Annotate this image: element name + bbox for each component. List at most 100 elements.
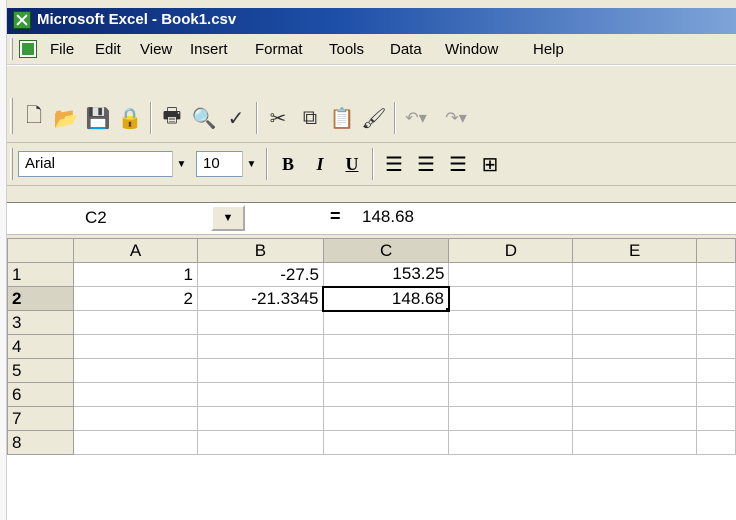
cell-b1[interactable]: -27.5 [196, 262, 324, 287]
cell[interactable] [322, 382, 450, 407]
format-grip[interactable] [10, 148, 13, 180]
font-name-dropdown[interactable]: Arial [18, 151, 190, 177]
formula-input[interactable]: 148.68 [362, 207, 414, 227]
cell[interactable] [73, 382, 198, 407]
cell[interactable] [196, 430, 324, 455]
cell[interactable] [572, 358, 698, 383]
cell[interactable] [322, 334, 450, 359]
column-header-c[interactable]: C [322, 238, 450, 263]
edit-formula-button[interactable]: = [330, 206, 341, 227]
undo-icon[interactable]: ↶▾ [402, 104, 430, 132]
toolbar-grip[interactable] [10, 98, 13, 134]
cell[interactable] [73, 310, 198, 335]
row-header[interactable]: 8 [7, 430, 75, 455]
cell-a1[interactable]: 1 [73, 262, 198, 287]
column-header-d[interactable]: D [448, 238, 574, 263]
cell-d2[interactable] [448, 286, 574, 311]
menu-window[interactable]: Window [445, 41, 498, 58]
menu-data[interactable]: Data [390, 41, 422, 58]
cell[interactable] [696, 334, 736, 359]
menu-help[interactable]: Help [533, 41, 564, 58]
menu-tools[interactable]: Tools [329, 41, 364, 58]
cell-f1[interactable] [696, 262, 736, 287]
italic-button[interactable]: I [306, 151, 334, 177]
cell[interactable] [196, 334, 324, 359]
cell[interactable] [448, 334, 574, 359]
cell[interactable] [73, 358, 198, 383]
menu-edit[interactable]: Edit [95, 41, 121, 58]
new-icon[interactable]: 🗋 [20, 104, 48, 132]
column-header-a[interactable]: A [73, 238, 198, 263]
print-icon[interactable]: 🖶 [158, 104, 186, 132]
row-header[interactable]: 3 [7, 310, 75, 335]
menu-file[interactable]: File [50, 41, 74, 58]
align-left-icon[interactable]: ☰ [380, 151, 408, 177]
cell[interactable] [696, 310, 736, 335]
cell-e2[interactable] [572, 286, 698, 311]
active-cell-c2[interactable]: 148.68 [322, 285, 450, 312]
cell[interactable] [696, 406, 736, 431]
bold-button[interactable]: B [274, 151, 302, 177]
print-preview-icon[interactable]: 🔍 [190, 104, 218, 132]
spelling-icon[interactable]: ✓ [222, 104, 250, 132]
cell[interactable] [448, 310, 574, 335]
workbook-icon[interactable] [19, 40, 37, 58]
cell[interactable] [696, 382, 736, 407]
paste-icon[interactable]: 📋 [328, 104, 356, 132]
cell[interactable] [196, 382, 324, 407]
cell[interactable] [572, 430, 698, 455]
cell[interactable] [322, 406, 450, 431]
redo-icon[interactable]: ↷▾ [442, 104, 470, 132]
cell[interactable] [196, 358, 324, 383]
cut-icon[interactable]: ✂ [264, 104, 292, 132]
chevron-down-icon[interactable]: ▼ [211, 205, 245, 231]
cell[interactable] [696, 358, 736, 383]
row-header[interactable]: 5 [7, 358, 75, 383]
cell[interactable] [73, 406, 198, 431]
align-right-icon[interactable]: ☰ [444, 151, 472, 177]
cell-b2[interactable]: -21.3345 [196, 286, 324, 311]
column-header-f[interactable] [696, 238, 736, 263]
menu-format[interactable]: Format [255, 41, 303, 58]
cell[interactable] [572, 406, 698, 431]
cell-d1[interactable] [448, 262, 574, 287]
row-header[interactable]: 4 [7, 334, 75, 359]
format-painter-icon[interactable]: 🖌 [360, 104, 388, 132]
row-header[interactable]: 2 [7, 286, 75, 311]
spreadsheet-grid[interactable]: A B C D E 1 1 -27.5 153.25 2 2 -21.3345 … [7, 238, 736, 520]
row-header[interactable]: 7 [7, 406, 75, 431]
cell-e1[interactable] [572, 262, 698, 287]
cell[interactable] [196, 406, 324, 431]
cell[interactable] [572, 334, 698, 359]
excel-app-icon[interactable] [13, 11, 31, 29]
cell[interactable] [572, 310, 698, 335]
open-icon[interactable]: 📂 [52, 104, 80, 132]
column-header-e[interactable]: E [572, 238, 698, 263]
row-header[interactable]: 6 [7, 382, 75, 407]
title-bar[interactable]: Microsoft Excel - Book1.csv [7, 8, 736, 34]
cell[interactable] [73, 334, 198, 359]
cell-c1[interactable]: 153.25 [322, 262, 450, 287]
cell[interactable] [448, 358, 574, 383]
name-box[interactable]: C2 [7, 203, 211, 233]
row-header[interactable]: 1 [7, 262, 75, 287]
cell[interactable] [448, 382, 574, 407]
menu-grip[interactable] [10, 38, 13, 60]
cell[interactable] [572, 382, 698, 407]
copy-icon[interactable]: ⧉ [296, 104, 324, 132]
cell-a2[interactable]: 2 [73, 286, 198, 311]
save-icon[interactable]: 💾 [84, 104, 112, 132]
cell-f2[interactable] [696, 286, 736, 311]
cell[interactable] [696, 430, 736, 455]
select-all-button[interactable] [7, 238, 75, 263]
cell[interactable] [73, 430, 198, 455]
underline-button[interactable]: U [338, 151, 366, 177]
menu-insert[interactable]: Insert [190, 41, 228, 58]
chevron-down-icon[interactable]: ▼ [242, 151, 260, 177]
merge-center-icon[interactable]: ⊞ [476, 151, 504, 177]
align-center-icon[interactable]: ☰ [412, 151, 440, 177]
cell[interactable] [322, 358, 450, 383]
cell[interactable] [322, 310, 450, 335]
cell[interactable] [196, 310, 324, 335]
cell[interactable] [322, 430, 450, 455]
